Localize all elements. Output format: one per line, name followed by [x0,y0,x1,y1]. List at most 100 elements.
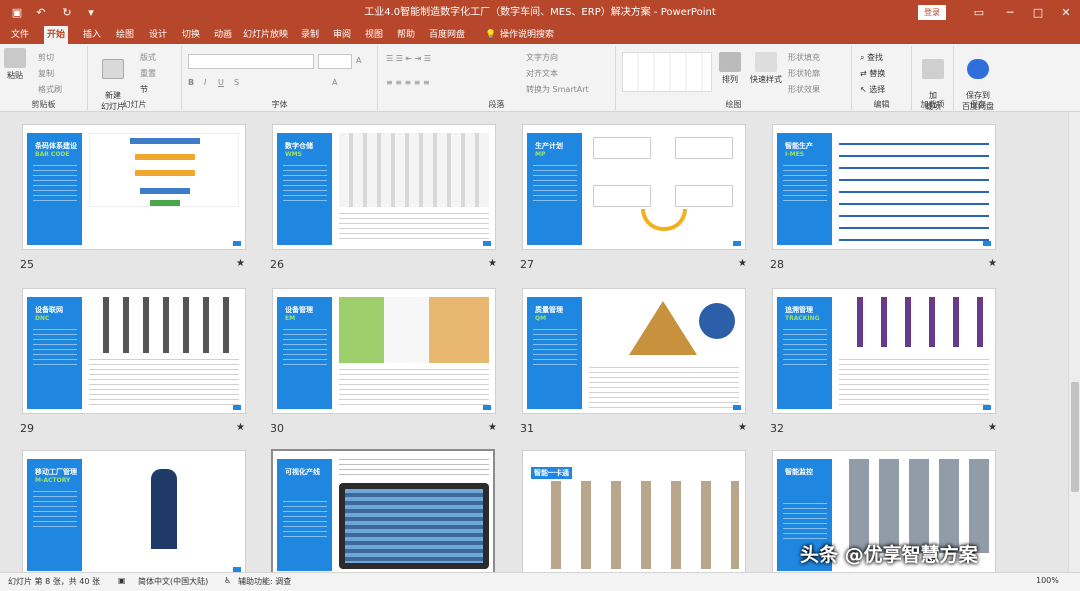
star-icon: ★ [236,258,245,269]
search-tell-me[interactable]: 操作说明搜索 [497,26,557,44]
slide-thumbnail[interactable]: 生产计划 MP [522,124,746,250]
copy-button[interactable]: 复制 [38,68,54,79]
arrange-button[interactable]: 排列 [718,52,742,85]
shape-outline-button[interactable]: 形状轮廓 [788,68,820,79]
replace-button[interactable]: ⇄ 替换 [860,68,885,79]
bullets-icon[interactable]: ☰ ☰ ⇤ ⇥ ☰ [386,54,431,63]
mes-flow-diagram [839,133,989,243]
slide-thumbnail[interactable]: 条码体系建设 BAR CODE [22,124,246,250]
slide-thumbnail[interactable]: 追溯管理 TRACKING [772,288,996,414]
accessibility-icon[interactable]: ♿ [224,576,231,585]
tab-animations[interactable]: 动画 [211,26,235,44]
slide-thumbnail-selected[interactable]: 可视化产线 [271,449,495,572]
tab-insert[interactable]: 插入 [80,26,104,44]
slide-bullets [839,359,989,409]
tab-home[interactable]: 开始 [44,26,69,44]
slide-thumbnail[interactable]: 设备联网 DNC [22,288,246,414]
tab-slideshow[interactable]: 幻灯片放映 [240,26,291,44]
font-color-icon[interactable]: A [332,78,337,87]
slide-thumbnail[interactable]: 移动工厂管理 M-ACTORY [22,450,246,572]
accessibility-status[interactable]: 辅助功能: 调查 [238,576,291,587]
shape-fill-button[interactable]: 形状填充 [788,52,820,63]
group-editing: ⌕ 查找 ⇄ 替换 ↖ 选择 编辑 [852,46,912,110]
group-label-font: 字体 [271,100,288,109]
tab-draw[interactable]: 绘图 [113,26,137,44]
group-font: A B I U S A 字体 [182,46,378,110]
minimize-icon[interactable]: ─ [996,0,1024,26]
align-text-button[interactable]: 对齐文本 [526,68,558,79]
slide-sorter: 条码体系建设 BAR CODE 25 ★ 数字仓储 WMS 26 ★ 生产计划 … [0,112,1068,572]
redo-icon[interactable]: ↻ [58,4,76,22]
group-addins: 加 载项 加载项 [912,46,954,111]
font-size-box[interactable] [318,54,352,69]
italic-icon[interactable]: I [204,78,206,87]
slide-number: 25 [20,258,34,271]
quick-styles-button[interactable]: 快速样式 [748,52,784,85]
slide-thumbnail[interactable]: 智能一卡通 [522,450,746,572]
slide-thumbnail[interactable]: 质量管理 QM [522,288,746,414]
format-painter-button[interactable]: 格式刷 [38,84,62,95]
login-button[interactable]: 登录 [918,5,946,20]
customize-icon[interactable]: ▾ [82,4,100,22]
text-direction-button[interactable]: 文字方向 [526,52,558,63]
quality-pyramid [589,297,739,361]
group-label-save: 保存 [970,100,986,109]
slide-subtitle: M-ACTORY [35,477,71,484]
slide-bullets [339,213,489,243]
section-button[interactable]: 节 [140,84,148,95]
shadow-icon[interactable]: S [234,78,239,87]
tab-record[interactable]: 录制 [298,26,322,44]
ribbon-display-icon[interactable]: ▭ [965,0,993,26]
vertical-scrollbar[interactable] [1068,112,1080,572]
close-icon[interactable]: ✕ [1052,0,1080,26]
language-label[interactable]: 简体中文(中国大陆) [138,576,208,587]
reset-button[interactable]: 重置 [140,68,156,79]
tab-help[interactable]: 帮助 [394,26,418,44]
star-icon: ★ [988,258,997,269]
slide-title: 设备管理 [285,306,313,314]
shapes-gallery[interactable] [622,52,712,92]
select-button[interactable]: ↖ 选择 [860,84,885,95]
slide-description [283,501,327,541]
maximize-icon[interactable]: □ [1024,0,1052,26]
paste-button[interactable]: 粘贴 [4,48,26,81]
tab-view[interactable]: 视图 [362,26,386,44]
undo-icon[interactable]: ↶ [32,4,50,22]
zoom-level[interactable]: 100% [1036,576,1059,585]
group-save: 保存到 百度网盘 保存 [954,46,1002,111]
underline-icon[interactable]: U [218,78,224,87]
save-icon[interactable]: ▣ [8,4,26,22]
equipment-charts [339,297,489,363]
slide-description [533,165,577,205]
shape-effects-button[interactable]: 形状效果 [788,84,820,95]
slide-thumbnail[interactable]: 设备管理 EM [272,288,496,414]
spellcheck-icon[interactable]: ▣ [118,576,126,585]
cut-button[interactable]: 剪切 [38,52,54,63]
scrollbar-thumb[interactable] [1071,382,1079,492]
slide-title: 质量管理 [535,306,563,314]
font-name-box[interactable] [188,54,314,69]
slide-count: 幻灯片 第 8 张，共 40 张 [8,577,100,586]
tab-review[interactable]: 审阅 [330,26,354,44]
slide-panel: 追溯管理 TRACKING [777,297,832,409]
window-title: 工业4.0智能制造数字化工厂（数字车间、MES、ERP）解决方案 - Power… [364,7,716,18]
slide-panel: 设备联网 DNC [27,297,82,409]
slide-description [283,165,327,205]
increase-font-icon[interactable]: A [356,56,361,65]
slide-thumbnail[interactable]: 数字仓储 WMS [272,124,496,250]
find-button[interactable]: ⌕ 查找 [860,52,883,63]
bold-icon[interactable]: B [188,78,194,87]
tab-transitions[interactable]: 切换 [179,26,203,44]
slide-thumbnail[interactable]: 智能生产 I-MES [772,124,996,250]
layout-button[interactable]: 版式 [140,52,156,63]
slide-description [783,503,827,543]
group-label-slides: 幻灯片 [122,100,147,109]
slide-description [783,329,827,369]
slide-subtitle: WMS [285,151,302,158]
smartart-button[interactable]: 转换为 SmartArt [526,84,589,95]
align-icons[interactable]: ≡ ≡ ≡ ≡ ≡ [386,78,430,87]
tab-file[interactable]: 文件 [8,26,32,44]
tab-design[interactable]: 设计 [146,26,170,44]
group-slides: 新建 幻灯片 版式 重置 节 幻灯片 [88,46,182,111]
tab-baidu[interactable]: 百度网盘 [426,26,468,44]
